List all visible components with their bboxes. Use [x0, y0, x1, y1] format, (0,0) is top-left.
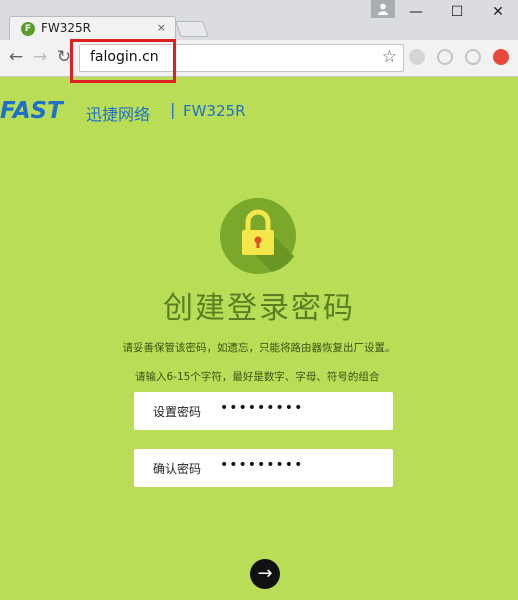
- confirm-password-field[interactable]: 确认密码 •••••••••: [134, 449, 393, 487]
- minimize-button[interactable]: —: [396, 0, 436, 26]
- set-password-field[interactable]: 设置密码 •••••••••: [134, 392, 393, 430]
- warning-extension-icon[interactable]: [493, 49, 509, 65]
- record-extension-icon[interactable]: [437, 49, 453, 65]
- confirm-password-input[interactable]: •••••••••: [220, 457, 303, 473]
- brand-separator: |: [170, 100, 176, 119]
- user-icon: [378, 3, 388, 15]
- set-password-label: 设置密码: [153, 405, 202, 419]
- page-title: 创建登录密码: [163, 291, 355, 326]
- back-arrow-icon[interactable]: ←: [5, 46, 27, 68]
- tab-favicon-icon: F: [21, 22, 35, 36]
- next-arrow-button[interactable]: →: [250, 559, 280, 589]
- close-window-button[interactable]: ✕: [478, 0, 518, 26]
- set-password-input[interactable]: •••••••••: [220, 400, 303, 416]
- maximize-button[interactable]: ☐: [437, 0, 477, 26]
- profile-button[interactable]: [371, 0, 395, 18]
- browser-titlebar: F FW325R × — ☐ ✕: [0, 0, 518, 41]
- router-model: FW325R: [183, 102, 246, 120]
- tab-title: FW325R: [41, 21, 92, 35]
- shield-extension-icon[interactable]: [409, 49, 425, 65]
- new-tab-button[interactable]: [175, 21, 209, 37]
- fast-logo: FAST: [0, 98, 63, 124]
- brand-name-cn: 迅捷网络: [86, 105, 151, 124]
- browser-tab[interactable]: F FW325R ×: [9, 16, 176, 41]
- confirm-password-label: 确认密码: [153, 462, 202, 476]
- record-extension-icon-2[interactable]: [465, 49, 481, 65]
- forward-arrow-icon[interactable]: →: [29, 46, 51, 68]
- password-warning-text: 请妥善保管该密码，如遗忘，只能将路由器恢复出厂设置。: [122, 342, 396, 354]
- bookmark-star-icon[interactable]: ☆: [382, 47, 397, 67]
- url-highlight-annotation: [70, 39, 176, 83]
- lock-icon: [220, 198, 296, 274]
- password-hint-text: 请输入6-15个字符，最好是数字、字母、符号的组合: [135, 371, 380, 383]
- tab-close-icon[interactable]: ×: [157, 21, 166, 34]
